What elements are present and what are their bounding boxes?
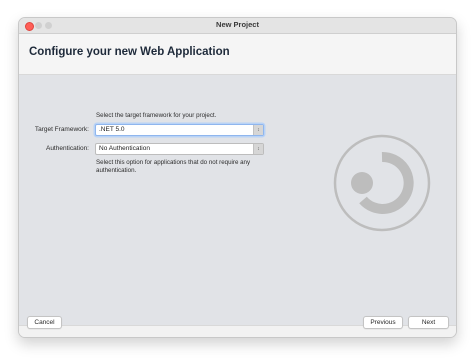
new-project-window: New Project Configure your new Web Appli… [18,17,457,338]
chevron-updown-icon: ↕ [253,125,263,135]
authentication-label: Authentication: [45,145,89,152]
cancel-button[interactable]: Cancel [27,316,62,329]
web-app-logo-icon [333,134,431,232]
authentication-hint: Select this option for applications that… [96,159,251,174]
previous-button[interactable]: Previous [363,316,403,329]
target-framework-select[interactable]: .NET 5.0 ↕ [95,124,264,136]
window-title: New Project [216,20,259,29]
next-button[interactable]: Next [408,316,449,329]
authentication-select[interactable]: No Authentication ↕ [95,143,264,155]
target-framework-label: Target Framework: [34,126,89,133]
framework-hint: Select the target framework for your pro… [96,112,217,119]
chevron-updown-icon: ↕ [253,144,263,154]
target-framework-value: .NET 5.0 [99,126,125,133]
authentication-value: No Authentication [99,145,150,152]
titlebar: New Project [19,18,456,34]
page-header: Configure your new Web Application [19,34,456,75]
page-title: Configure your new Web Application [29,46,230,58]
